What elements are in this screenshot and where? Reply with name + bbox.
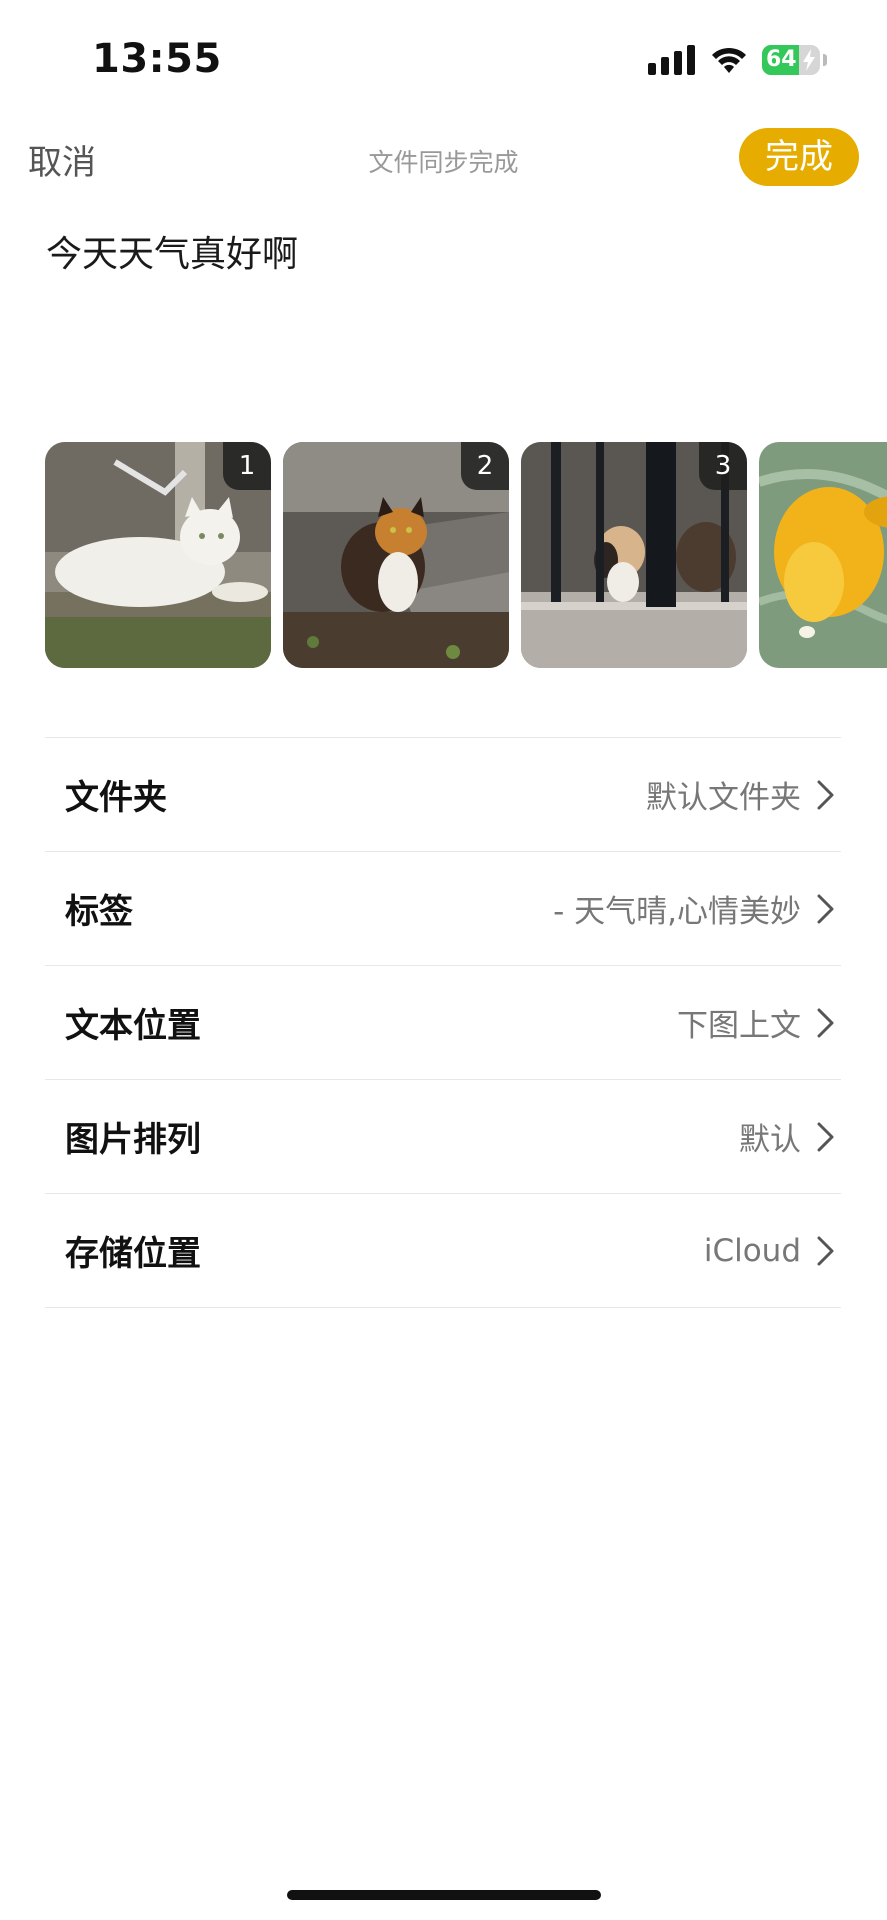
battery-level: 64 [766, 47, 797, 72]
photo-index-badge: 3 [699, 442, 747, 490]
settings-row-tags[interactable]: 标签 - 天气晴,心情美妙 [45, 852, 841, 966]
row-value: 下图上文 [677, 1008, 801, 1044]
photo-thumbnail-2[interactable]: 2 [283, 442, 509, 668]
settings-list: 文件夹 默认文件夹 标签 - 天气晴,心情美妙 文本位置 下图上文 图片排列 默… [45, 737, 841, 1308]
bolt-icon [803, 49, 815, 71]
battery-charging-icon: 64 [762, 45, 820, 75]
cellular-signal-icon [648, 45, 696, 75]
photo-index-badge: 2 [461, 442, 509, 490]
row-label: 图片排列 [65, 1120, 201, 1160]
chevron-right-icon [817, 894, 834, 923]
status-icons: 64 [648, 40, 827, 80]
image-strip[interactable]: 1 2 3 [45, 442, 887, 669]
status-bar: 13:55 64 [0, 0, 887, 120]
status-time: 13:55 [92, 36, 222, 82]
chevron-right-icon [817, 1236, 834, 1265]
row-right: - 天气晴,心情美妙 [553, 886, 837, 931]
done-button[interactable]: 完成 [739, 128, 859, 186]
row-value: 默认文件夹 [646, 780, 801, 816]
row-right: 下图上文 [677, 1000, 837, 1045]
photo-thumbnail-3[interactable]: 3 [521, 442, 747, 668]
settings-row-folder[interactable]: 文件夹 默认文件夹 [45, 738, 841, 852]
photo-index-badge: 1 [223, 442, 271, 490]
row-label: 文本位置 [65, 1006, 201, 1046]
settings-row-storage-location[interactable]: 存储位置 iCloud [45, 1194, 841, 1308]
battery-tip [823, 54, 827, 66]
photo-thumbnail-1[interactable]: 1 [45, 442, 271, 668]
settings-row-text-position[interactable]: 文本位置 下图上文 [45, 966, 841, 1080]
row-right: iCloud [704, 1233, 837, 1269]
wifi-icon [712, 47, 746, 73]
note-text[interactable]: 今天天气真好啊 [46, 225, 298, 277]
row-label: 文件夹 [65, 778, 167, 818]
row-value: iCloud [703, 1232, 801, 1269]
row-value: - 天气晴,心情美妙 [553, 894, 801, 930]
row-label: 存储位置 [65, 1234, 201, 1274]
koi-fish-photo [759, 442, 887, 668]
photo-thumbnail-4[interactable] [759, 442, 887, 668]
home-indicator[interactable] [287, 1890, 601, 1900]
settings-row-image-arrangement[interactable]: 图片排列 默认 [45, 1080, 841, 1194]
row-right: 默认 [739, 1114, 837, 1159]
battery-group: 64 [762, 45, 827, 75]
chevron-right-icon [817, 780, 834, 809]
row-label: 标签 [65, 892, 133, 932]
row-right: 默认文件夹 [646, 772, 837, 817]
row-value: 默认 [739, 1122, 801, 1158]
chevron-right-icon [817, 1122, 834, 1151]
chevron-right-icon [817, 1008, 834, 1037]
